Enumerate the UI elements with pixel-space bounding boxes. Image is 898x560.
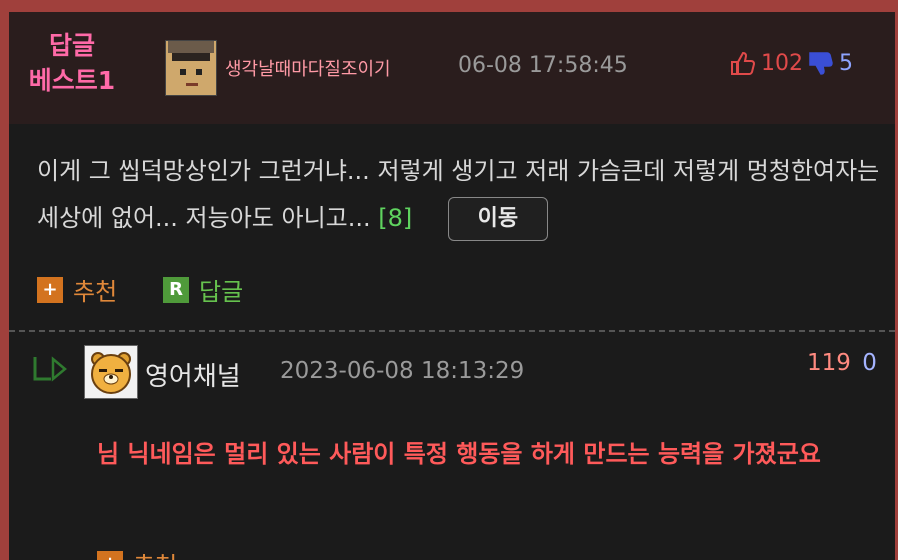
best-reply-badge: 답글 베스트1 (23, 28, 121, 98)
avatar[interactable] (165, 40, 217, 96)
reply-timestamp: 2023-06-08 18:13:29 (280, 358, 525, 384)
reply-button[interactable]: R 답글 (163, 272, 243, 307)
reply-arrow-icon (31, 355, 71, 387)
comment-body: 이게 그 씹덕망상인가 그런거냐... 저렇게 생기고 저래 가슴큰데 저렇게 … (37, 148, 883, 242)
divider (9, 330, 895, 332)
reply-avatar[interactable] (84, 345, 138, 399)
reply-count[interactable]: [8] (378, 204, 412, 232)
like-count: 102 (761, 50, 803, 76)
reply-votes: 119 0 (807, 350, 877, 376)
comment-panel: 답글 베스트1 생각날때마다질조이기 06-08 17:58:45 102 5 (9, 12, 895, 560)
plus-icon: + (97, 550, 123, 560)
reply-recommend-label: 추천 (133, 546, 177, 560)
reply-label: 답글 (199, 278, 244, 306)
thumbs-up-icon[interactable] (729, 50, 756, 76)
reply-body: 님 닉네임은 멀리 있는 사람이 특정 행동을 하게 만드는 능력을 가졌군요 (97, 440, 821, 468)
reply-r-icon: R (163, 276, 189, 303)
recommend-button[interactable]: + 추천 (37, 272, 117, 307)
recommend-label: 추천 (73, 278, 118, 306)
dislike-count: 5 (839, 50, 853, 76)
reply-author-nickname[interactable]: 영어채널 (145, 356, 241, 393)
best-badge-line1: 답글 (48, 31, 95, 60)
thumbs-down-icon[interactable] (807, 50, 833, 76)
best-comment-header: 답글 베스트1 생각날때마다질조이기 06-08 17:58:45 102 5 (9, 12, 895, 124)
reply-recommend-button[interactable]: + 추천 (97, 546, 177, 560)
reply-like-count: 119 (807, 350, 851, 376)
vote-area: 102 5 (729, 48, 853, 78)
comment-timestamp: 06-08 17:58:45 (458, 53, 628, 78)
best-badge-line2: 베스트1 (28, 66, 116, 95)
reply-dislike-count: 0 (862, 350, 877, 376)
move-button[interactable]: 이동 (447, 197, 548, 241)
plus-icon: + (37, 276, 63, 303)
author-nickname[interactable]: 생각날때마다질조이기 (225, 55, 391, 81)
